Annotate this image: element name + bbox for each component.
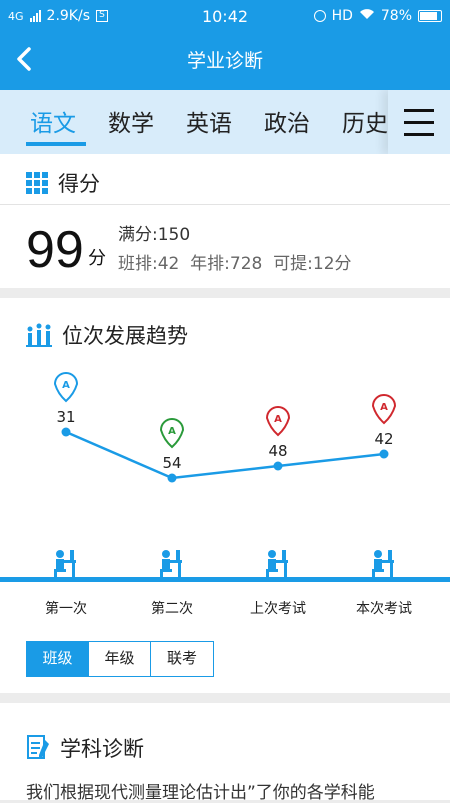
x-label-3: 上次考试 (250, 601, 306, 617)
data-label-3: 48 (268, 442, 287, 460)
data-point-2 (167, 473, 177, 483)
diagnosis-text: 我们根据现代测量理论估计出”了你的各学科能 (26, 783, 375, 803)
chart-baseline (0, 577, 450, 582)
diagnosis-heading: 学科诊断 (26, 733, 144, 763)
data-point-3 (273, 461, 283, 471)
series-line (65, 430, 385, 480)
student-desk-icon-3 (266, 550, 288, 578)
rank-badge-letter-4: A (380, 402, 388, 413)
scope-segmented-control: 班级 年级 联考 (26, 641, 214, 677)
x-label-2: 第二次 (151, 601, 193, 617)
rank-trend-chart: 31 A 54 A 48 A 42 A (0, 372, 450, 582)
student-desk-icon-4 (372, 550, 394, 578)
data-label-1: 31 (56, 408, 75, 426)
segment-class[interactable]: 班级 (27, 642, 89, 676)
diagnosis-heading-label: 学科诊断 (60, 737, 144, 761)
segment-joint[interactable]: 联考 (151, 642, 213, 676)
data-label-2: 54 (162, 454, 181, 472)
data-point-1 (61, 427, 71, 437)
segment-grade[interactable]: 年级 (89, 642, 151, 676)
student-desk-icon-1 (54, 550, 76, 578)
rank-badge-letter-1: A (62, 380, 70, 391)
document-icon (27, 735, 49, 759)
student-desk-icon-2 (160, 550, 182, 578)
x-label-1: 第一次 (45, 601, 87, 617)
x-label-4: 本次考试 (356, 601, 412, 617)
data-point-4 (379, 449, 389, 459)
rank-badge-letter-2: A (168, 426, 176, 437)
data-label-4: 42 (374, 430, 393, 448)
rank-badge-letter-3: A (274, 414, 282, 425)
